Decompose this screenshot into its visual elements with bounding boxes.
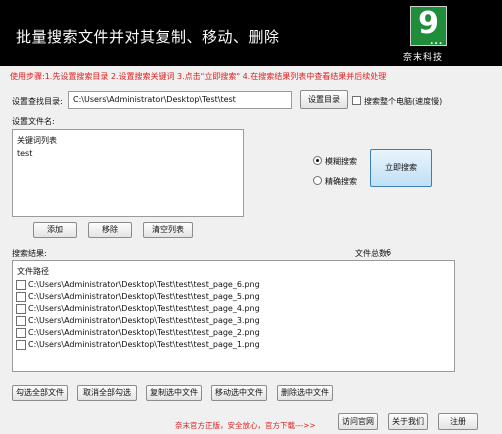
result-path: C:\Users\Administrator\Desktop\Test\test… <box>28 316 260 325</box>
uncheck-all-button[interactable]: 取消全部勾选 <box>77 385 137 401</box>
keyword-list[interactable]: 关键词列表 test <box>12 129 244 217</box>
keyword-item[interactable]: test <box>17 149 32 158</box>
exact-search-label: 精确搜索 <box>325 177 357 186</box>
results-column-header: 文件路径 <box>17 267 49 276</box>
result-checkbox[interactable] <box>16 316 26 326</box>
set-directory-button[interactable]: 设置目录 <box>300 90 348 109</box>
delete-selected-button[interactable]: 删除选中文件 <box>277 385 333 401</box>
directory-input[interactable]: C:\Users\Administrator\Desktop\Test\test <box>68 91 292 109</box>
result-checkbox[interactable] <box>16 292 26 302</box>
result-checkbox[interactable] <box>16 340 26 350</box>
filename-label: 设置文件名: <box>12 117 55 126</box>
visit-site-button[interactable]: 访问官网 <box>338 413 378 430</box>
remove-keyword-button[interactable]: 移除 <box>88 222 132 238</box>
brand-name: 奈末科技 <box>403 53 444 63</box>
result-path: C:\Users\Administrator\Desktop\Test\test… <box>28 280 260 289</box>
about-us-button[interactable]: 关于我们 <box>388 413 428 430</box>
results-list[interactable]: 文件路径 C:\Users\Administrator\Desktop\Test… <box>12 260 455 372</box>
exact-search-radio[interactable] <box>313 176 322 185</box>
check-all-button[interactable]: 勾选全部文件 <box>12 385 68 401</box>
keyword-list-header: 关键词列表 <box>17 136 57 145</box>
result-path: C:\Users\Administrator\Desktop\Test\test… <box>28 340 260 349</box>
brand-logo: 9 ... <box>410 6 447 47</box>
clear-list-button[interactable]: 清空列表 <box>143 222 193 238</box>
directory-label: 设置查找目录: <box>12 97 63 106</box>
app-title: 批量搜索文件并对其复制、移动、删除 <box>16 28 280 46</box>
usage-steps: 使用步骤:1.先设置搜索目录 2.设置搜索关键词 3.点击"立即搜索" 4.在搜… <box>10 72 387 81</box>
fuzzy-search-label: 模糊搜索 <box>325 157 357 166</box>
result-checkbox[interactable] <box>16 328 26 338</box>
register-button[interactable]: 注册 <box>438 413 478 430</box>
file-count-label: 文件总数: <box>355 249 390 258</box>
result-checkbox[interactable] <box>16 280 26 290</box>
add-keyword-button[interactable]: 添加 <box>33 222 77 238</box>
footer-note: 奈末官方正版，安全放心，官方下载--->> <box>175 421 316 430</box>
result-path: C:\Users\Administrator\Desktop\Test\test… <box>28 304 260 313</box>
result-checkbox[interactable] <box>16 304 26 314</box>
file-count-value: 6 <box>386 248 392 257</box>
logo-dots: ... <box>430 37 444 47</box>
result-path: C:\Users\Administrator\Desktop\Test\test… <box>28 328 260 337</box>
copy-selected-button[interactable]: 复制选中文件 <box>146 385 202 401</box>
search-whole-pc-label: 搜索整个电脑(速度慢) <box>364 97 443 106</box>
search-now-button[interactable]: 立即搜索 <box>370 149 432 187</box>
move-selected-button[interactable]: 移动选中文件 <box>211 385 267 401</box>
fuzzy-search-radio[interactable] <box>313 156 322 165</box>
results-label: 搜索结果: <box>12 249 47 258</box>
search-whole-pc-checkbox[interactable] <box>352 96 361 105</box>
result-path: C:\Users\Administrator\Desktop\Test\test… <box>28 292 260 301</box>
